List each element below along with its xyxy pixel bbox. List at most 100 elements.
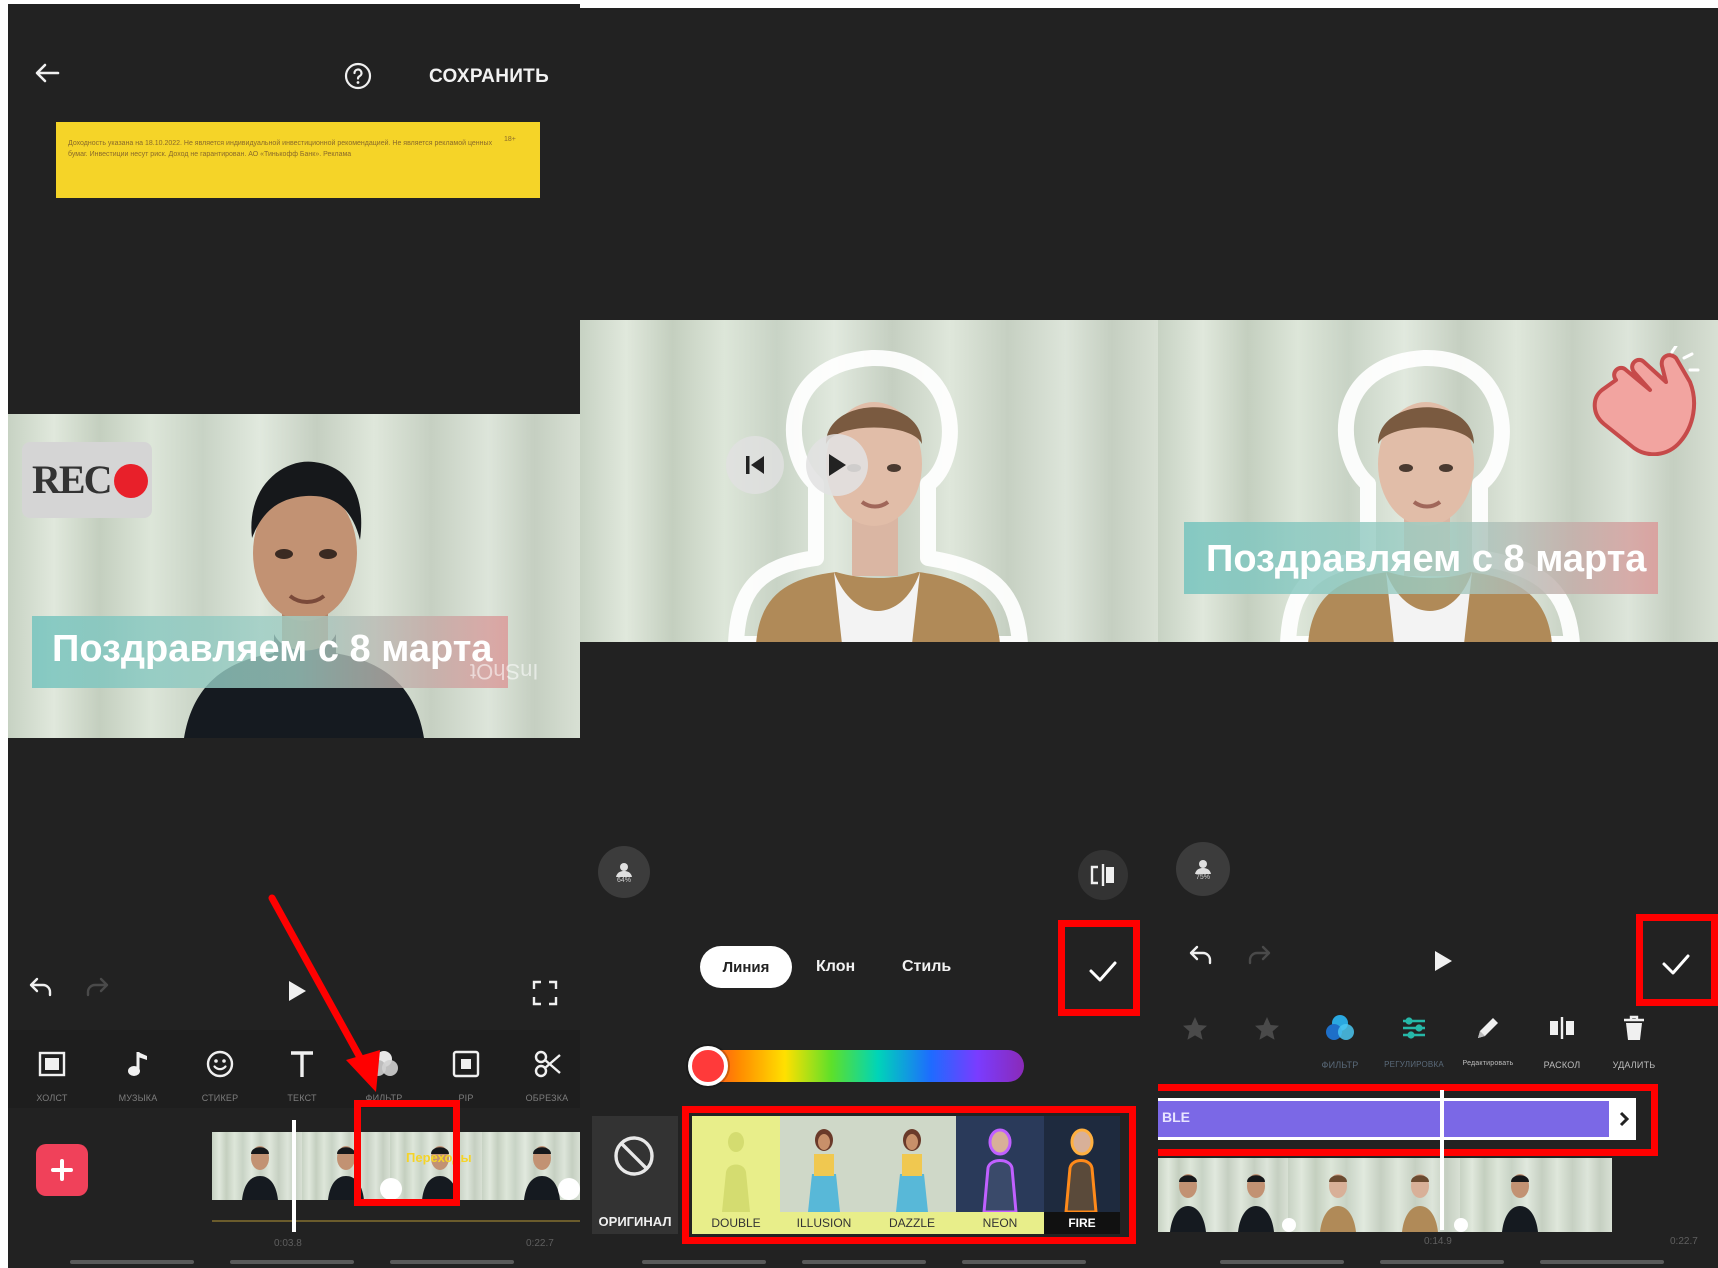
confirm-check-icon[interactable] <box>1654 942 1698 986</box>
play-icon[interactable] <box>1428 946 1458 976</box>
cutout-figure <box>728 349 1028 642</box>
style-neon[interactable]: NEON <box>956 1116 1044 1234</box>
transition-button[interactable] <box>558 1178 580 1200</box>
red-arrow-annotation <box>268 894 380 1092</box>
clip-thumbnail[interactable] <box>390 1132 482 1200</box>
style-strip[interactable]: DOUBLE ILLUSION DAZZLE NEON FIRE <box>692 1116 1120 1234</box>
filter-icon[interactable] <box>1320 1010 1360 1046</box>
trash-icon[interactable] <box>1614 1008 1654 1048</box>
playhead[interactable] <box>1440 1090 1444 1230</box>
tab-clone[interactable]: Клон <box>816 958 855 976</box>
nav-indicator <box>1380 1260 1504 1264</box>
help-icon[interactable] <box>342 60 374 92</box>
style-fire[interactable]: FIRE <box>1044 1116 1120 1234</box>
confirm-check-icon[interactable] <box>1080 948 1126 994</box>
opacity-badge[interactable]: 75% <box>1176 842 1230 896</box>
clip-thumbnail[interactable] <box>1460 1158 1612 1232</box>
style-double[interactable]: DOUBLE <box>692 1116 780 1234</box>
ad-disclaimer-text: Доходность указана на 18.10.2022. Не явл… <box>68 140 493 158</box>
color-slider-handle[interactable] <box>688 1046 728 1086</box>
star-icon[interactable] <box>1176 1012 1214 1046</box>
star-plus-icon[interactable] <box>1248 1012 1286 1046</box>
style-label: DOUBLE <box>692 1212 780 1234</box>
nav-indicator <box>230 1260 354 1264</box>
transition-button[interactable] <box>380 1178 402 1200</box>
color-slider[interactable] <box>692 1050 1024 1082</box>
pencil-icon[interactable] <box>1468 1008 1508 1048</box>
rec-dot-icon <box>114 464 148 498</box>
audio-track-line <box>212 1220 580 1222</box>
tab-style[interactable]: Стиль <box>902 958 951 976</box>
playhead[interactable] <box>292 1120 296 1232</box>
opacity-badge[interactable]: 64% <box>598 846 650 898</box>
nav-indicator <box>1540 1260 1664 1264</box>
split-icon[interactable] <box>1542 1010 1582 1046</box>
undo-icon[interactable] <box>24 972 58 1002</box>
clap-hand-sticker <box>1592 346 1700 456</box>
ad-age-badge: 18+ <box>504 136 516 143</box>
redo-icon[interactable] <box>1242 940 1276 970</box>
track-end-handle[interactable] <box>1612 1098 1636 1140</box>
music-icon[interactable] <box>118 1046 158 1082</box>
style-illusion[interactable]: ILLUSION <box>780 1116 868 1234</box>
editor-panel-outline: 64% Линия Клон Стиль ОРИГИНАЛ DOUBLE ILL… <box>580 8 1158 1268</box>
person-outline-icon <box>1195 859 1211 874</box>
nav-indicator <box>802 1260 926 1264</box>
video-preview[interactable]: Поздравляем с 8 марта <box>1158 320 1718 642</box>
style-label: NEON <box>956 1212 1044 1234</box>
video-preview[interactable] <box>580 320 1158 642</box>
skip-back-icon[interactable] <box>726 436 784 494</box>
scissors-icon[interactable] <box>528 1046 568 1082</box>
nav-indicator <box>390 1260 514 1264</box>
transition-button[interactable] <box>1454 1218 1468 1232</box>
save-button[interactable]: СОХРАНИТЬ <box>429 66 549 88</box>
transition-label: Переходы <box>406 1150 472 1165</box>
compare-icon[interactable] <box>1078 850 1128 900</box>
person-outline-icon <box>616 862 632 877</box>
tab-line[interactable]: Линия <box>700 946 792 988</box>
tool-label-music: МУЗЫКА <box>118 1093 158 1103</box>
style-label: ILLUSION <box>780 1212 868 1234</box>
composite-screenshot: СОХРАНИТЬ Доходность указана на 18.10.20… <box>0 0 1718 1268</box>
watermark[interactable]: InShOt <box>470 658 538 684</box>
caption-text[interactable]: Поздравляем с 8 марта <box>52 628 492 671</box>
presenter-figure <box>184 461 424 738</box>
nav-indicator <box>642 1260 766 1264</box>
nav-indicator <box>962 1260 1086 1264</box>
clip-thumbnail[interactable] <box>212 1132 302 1200</box>
opacity-value: 75% <box>1195 873 1210 881</box>
transition-button[interactable] <box>1282 1218 1296 1232</box>
ad-banner[interactable]: Доходность указана на 18.10.2022. Не явл… <box>56 122 540 198</box>
rec-sticker: REC <box>22 442 152 518</box>
pip-icon[interactable] <box>446 1046 486 1082</box>
current-time: 0:03.8 <box>274 1238 302 1249</box>
redo-icon[interactable] <box>80 972 114 1002</box>
play-icon[interactable] <box>806 434 868 496</box>
style-dazzle[interactable]: DAZZLE <box>868 1116 956 1234</box>
sticker-icon[interactable] <box>200 1046 240 1082</box>
outline-effect-track[interactable]: BLE <box>1158 1098 1612 1140</box>
clip-thumbnail[interactable] <box>1158 1158 1288 1232</box>
tool-label-edit: Редактировать <box>1462 1060 1514 1067</box>
opacity-value: 64% <box>616 876 631 884</box>
rec-label: REC <box>32 457 112 502</box>
timeline-clips[interactable]: Переходы <box>212 1132 580 1200</box>
current-time: 0:14.9 <box>1424 1236 1452 1247</box>
undo-icon[interactable] <box>1184 940 1218 970</box>
track-label: BLE <box>1162 1109 1190 1125</box>
tool-label-filter: ФИЛЬТР <box>1321 1060 1359 1070</box>
caption-text[interactable]: Поздравляем с 8 марта <box>1206 538 1646 581</box>
timeline-clips[interactable] <box>1158 1158 1612 1232</box>
clip-thumbnail[interactable] <box>302 1132 390 1200</box>
canvas-icon[interactable] <box>32 1046 72 1082</box>
fullscreen-icon[interactable] <box>528 976 562 1010</box>
adjust-icon[interactable] <box>1394 1010 1434 1046</box>
no-effect-icon <box>614 1136 654 1176</box>
add-clip-button[interactable] <box>36 1144 88 1196</box>
style-original[interactable]: ОРИГИНАЛ <box>592 1116 678 1234</box>
back-arrow-icon[interactable] <box>30 56 64 90</box>
tool-label-split: РАСКОЛ <box>1543 1060 1581 1070</box>
tool-label-delete: УДАЛИТЬ <box>1612 1060 1656 1070</box>
clip-thumbnail[interactable] <box>1288 1158 1460 1232</box>
video-preview[interactable]: REC Поздравляем с 8 марта InShOt <box>8 414 580 738</box>
